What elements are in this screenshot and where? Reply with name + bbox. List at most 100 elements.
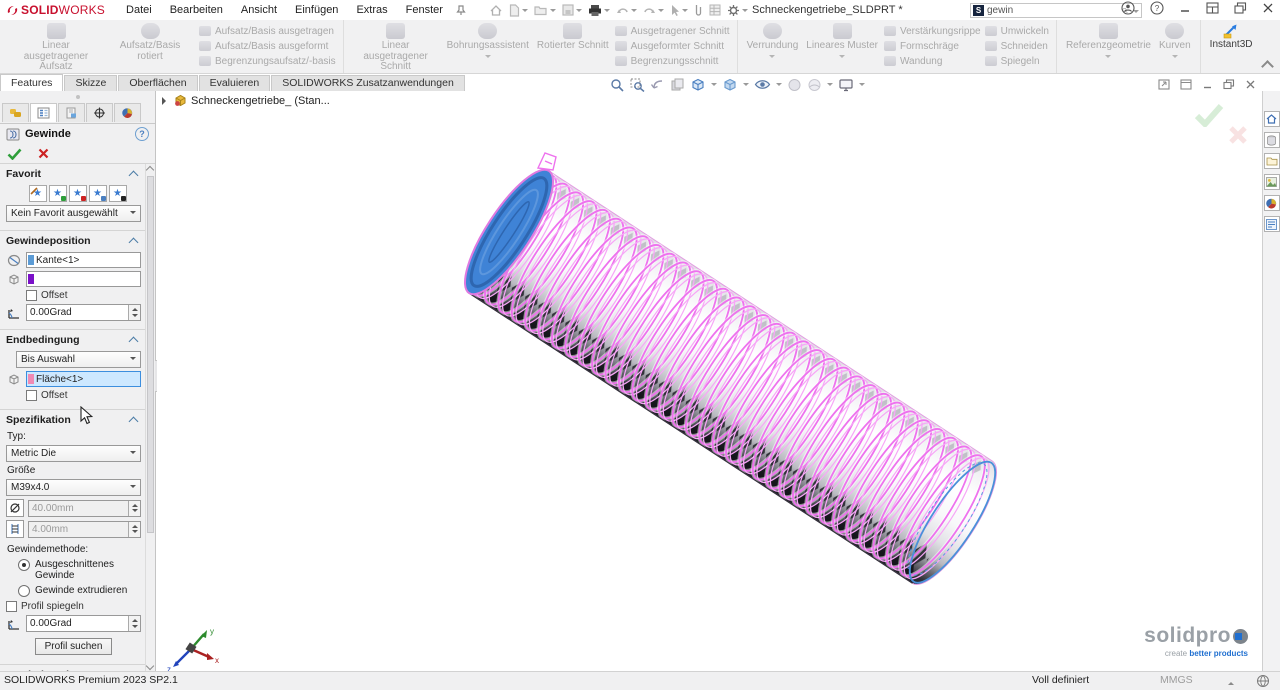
load-favorite-button[interactable]: ★ bbox=[109, 185, 127, 202]
boundary-boss-button[interactable]: Begrenzungsaufsatz/-basis bbox=[199, 55, 336, 67]
intersect-button[interactable]: Schneiden bbox=[985, 40, 1049, 52]
rotation-angle-spinner[interactable] bbox=[128, 616, 140, 631]
view-palette-button[interactable] bbox=[1264, 174, 1280, 190]
view-settings-icon[interactable] bbox=[838, 78, 854, 92]
override-diameter-button[interactable] bbox=[6, 499, 24, 517]
tab-features[interactable]: Features bbox=[0, 74, 63, 91]
new-document-button[interactable] bbox=[509, 4, 528, 17]
attach-button[interactable] bbox=[694, 4, 703, 17]
tree-expand-arrow[interactable] bbox=[162, 97, 170, 105]
custom-properties-button[interactable] bbox=[1264, 216, 1280, 232]
apply-scene-caret[interactable] bbox=[827, 83, 833, 89]
menu-einfuegen[interactable]: Einfügen bbox=[286, 4, 347, 16]
lofted-cut-button[interactable]: Ausgeformter Schnitt bbox=[615, 40, 730, 52]
panel-scrollbar[interactable] bbox=[145, 164, 155, 672]
pitch-spinner[interactable] bbox=[128, 522, 140, 537]
menu-datei[interactable]: Datei bbox=[117, 4, 161, 16]
override-pitch-button[interactable] bbox=[6, 520, 24, 538]
redo-button[interactable] bbox=[643, 5, 664, 16]
endbedingung-collapse-chevron[interactable] bbox=[129, 336, 139, 346]
unit-system-label[interactable]: MMGS bbox=[1160, 674, 1193, 686]
tab-propertymanager[interactable] bbox=[30, 103, 57, 122]
tags-globe-icon[interactable] bbox=[1256, 674, 1270, 688]
diameter-spinner[interactable] bbox=[128, 501, 140, 516]
fillet-button[interactable]: Verrundung bbox=[743, 22, 803, 62]
task-pane-home-button[interactable] bbox=[1264, 111, 1280, 127]
hide-show-items-icon[interactable] bbox=[754, 78, 771, 91]
tab-skizze[interactable]: Skizze bbox=[64, 75, 117, 91]
save-favorite-button[interactable]: ★ bbox=[89, 185, 107, 202]
login-user-icon[interactable] bbox=[1121, 1, 1135, 15]
add-favorite-button[interactable]: ★ bbox=[49, 185, 67, 202]
tile-windows-button[interactable] bbox=[1206, 2, 1219, 14]
favorit-collapse-chevron[interactable] bbox=[129, 170, 139, 180]
apply-scene-icon[interactable] bbox=[807, 78, 822, 92]
menu-bearbeiten[interactable]: Bearbeiten bbox=[161, 4, 232, 16]
view-orientation-icon[interactable] bbox=[690, 77, 706, 92]
extruded-cut-button[interactable]: Linear ausgetragener Schnitt bbox=[349, 22, 443, 74]
threaded-cylinder[interactable] bbox=[451, 159, 1011, 595]
tab-dimxpertmanager[interactable] bbox=[86, 103, 113, 122]
reference-geometry-caret[interactable] bbox=[1105, 55, 1111, 61]
linear-pattern-button[interactable]: Lineares Muster bbox=[802, 22, 882, 62]
display-style-caret[interactable] bbox=[743, 83, 749, 89]
hole-wizard-button[interactable]: Bohrungsassistent bbox=[443, 22, 533, 62]
doc-minimize-button[interactable] bbox=[1202, 79, 1213, 90]
pitch-input[interactable]: 4.00mm bbox=[28, 521, 141, 538]
revolved-boss-button[interactable]: Aufsatz/Basis rotiert bbox=[103, 22, 197, 63]
zoom-to-area-icon[interactable] bbox=[630, 78, 645, 92]
extruded-boss-button[interactable]: Linear ausgetragener Aufsatz bbox=[9, 22, 103, 74]
cancel-button[interactable] bbox=[38, 148, 49, 159]
confirmation-corner-cancel[interactable] bbox=[1228, 125, 1248, 145]
tab-featuremanager-tree[interactable] bbox=[2, 103, 29, 122]
angle-input[interactable]: 0.00Grad bbox=[26, 304, 141, 321]
face-selection-field[interactable]: Fläche<1> bbox=[26, 371, 141, 387]
linear-pattern-caret[interactable] bbox=[839, 55, 845, 61]
home-button[interactable] bbox=[489, 4, 503, 17]
spezifikation-collapse-chevron[interactable] bbox=[129, 416, 139, 426]
menu-ansicht[interactable]: Ansicht bbox=[232, 4, 286, 16]
view-settings-caret[interactable] bbox=[859, 83, 865, 89]
panel-help-icon[interactable]: ? bbox=[135, 127, 149, 141]
undo-button[interactable] bbox=[616, 5, 637, 16]
draft-button[interactable]: Formschräge bbox=[884, 40, 981, 52]
mirror-profile-checkbox[interactable] bbox=[6, 601, 17, 612]
delete-favorite-button[interactable]: ★ bbox=[69, 185, 87, 202]
thread-profile-sketch[interactable] bbox=[538, 153, 556, 170]
confirmation-corner-ok[interactable] bbox=[1194, 103, 1224, 127]
appearances-button[interactable] bbox=[1264, 195, 1280, 211]
wrap-button[interactable]: Umwickeln bbox=[985, 25, 1049, 37]
doc-restore-button[interactable] bbox=[1223, 79, 1235, 90]
graphics-viewport[interactable]: y x z Schneckengetriebe_ (Stan... solidp… bbox=[157, 91, 1262, 672]
file-explorer-button[interactable] bbox=[1264, 153, 1280, 169]
offset-checkbox[interactable] bbox=[26, 290, 37, 301]
options-gear-button[interactable] bbox=[727, 4, 748, 17]
rotation-angle-input[interactable]: 0.00Grad bbox=[26, 615, 141, 632]
section-view-icon[interactable] bbox=[670, 78, 685, 92]
curves-caret[interactable] bbox=[1172, 55, 1178, 61]
end-offset-checkbox[interactable] bbox=[26, 390, 37, 401]
previous-view-icon[interactable] bbox=[650, 78, 665, 92]
type-dropdown[interactable]: Metric Die bbox=[6, 445, 141, 462]
panel-grip[interactable] bbox=[0, 91, 155, 103]
cut-thread-radio[interactable] bbox=[18, 559, 30, 571]
new-window-icon[interactable] bbox=[1158, 79, 1170, 90]
size-dropdown[interactable]: M39x4.0 bbox=[6, 479, 141, 496]
menu-fenster[interactable]: Fenster bbox=[397, 4, 452, 16]
tab-displaymanager[interactable] bbox=[114, 103, 141, 122]
instant3d-button[interactable]: Instant3D bbox=[1206, 22, 1257, 52]
unit-system-caret[interactable] bbox=[1228, 679, 1234, 685]
mirror-button[interactable]: Spiegeln bbox=[985, 55, 1049, 67]
hide-show-items-caret[interactable] bbox=[776, 83, 782, 89]
tree-root-label[interactable]: Schneckengetriebe_ (Stan... bbox=[191, 95, 330, 107]
favorite-dropdown[interactable]: Kein Favorit ausgewählt bbox=[6, 205, 141, 222]
table-button[interactable] bbox=[709, 4, 721, 16]
restore-button[interactable] bbox=[1234, 2, 1247, 14]
end-condition-dropdown[interactable]: Bis Auswahl bbox=[16, 351, 141, 368]
print-button[interactable] bbox=[588, 4, 610, 17]
rib-button[interactable]: Verstärkungsrippe bbox=[884, 25, 981, 37]
boundary-cut-button[interactable]: Begrenzungsschnitt bbox=[615, 55, 730, 67]
scroll-up-arrow[interactable] bbox=[146, 166, 154, 174]
swept-cut-button[interactable]: Ausgetragener Schnitt bbox=[615, 25, 730, 37]
curves-button[interactable]: Kurven bbox=[1155, 22, 1195, 62]
